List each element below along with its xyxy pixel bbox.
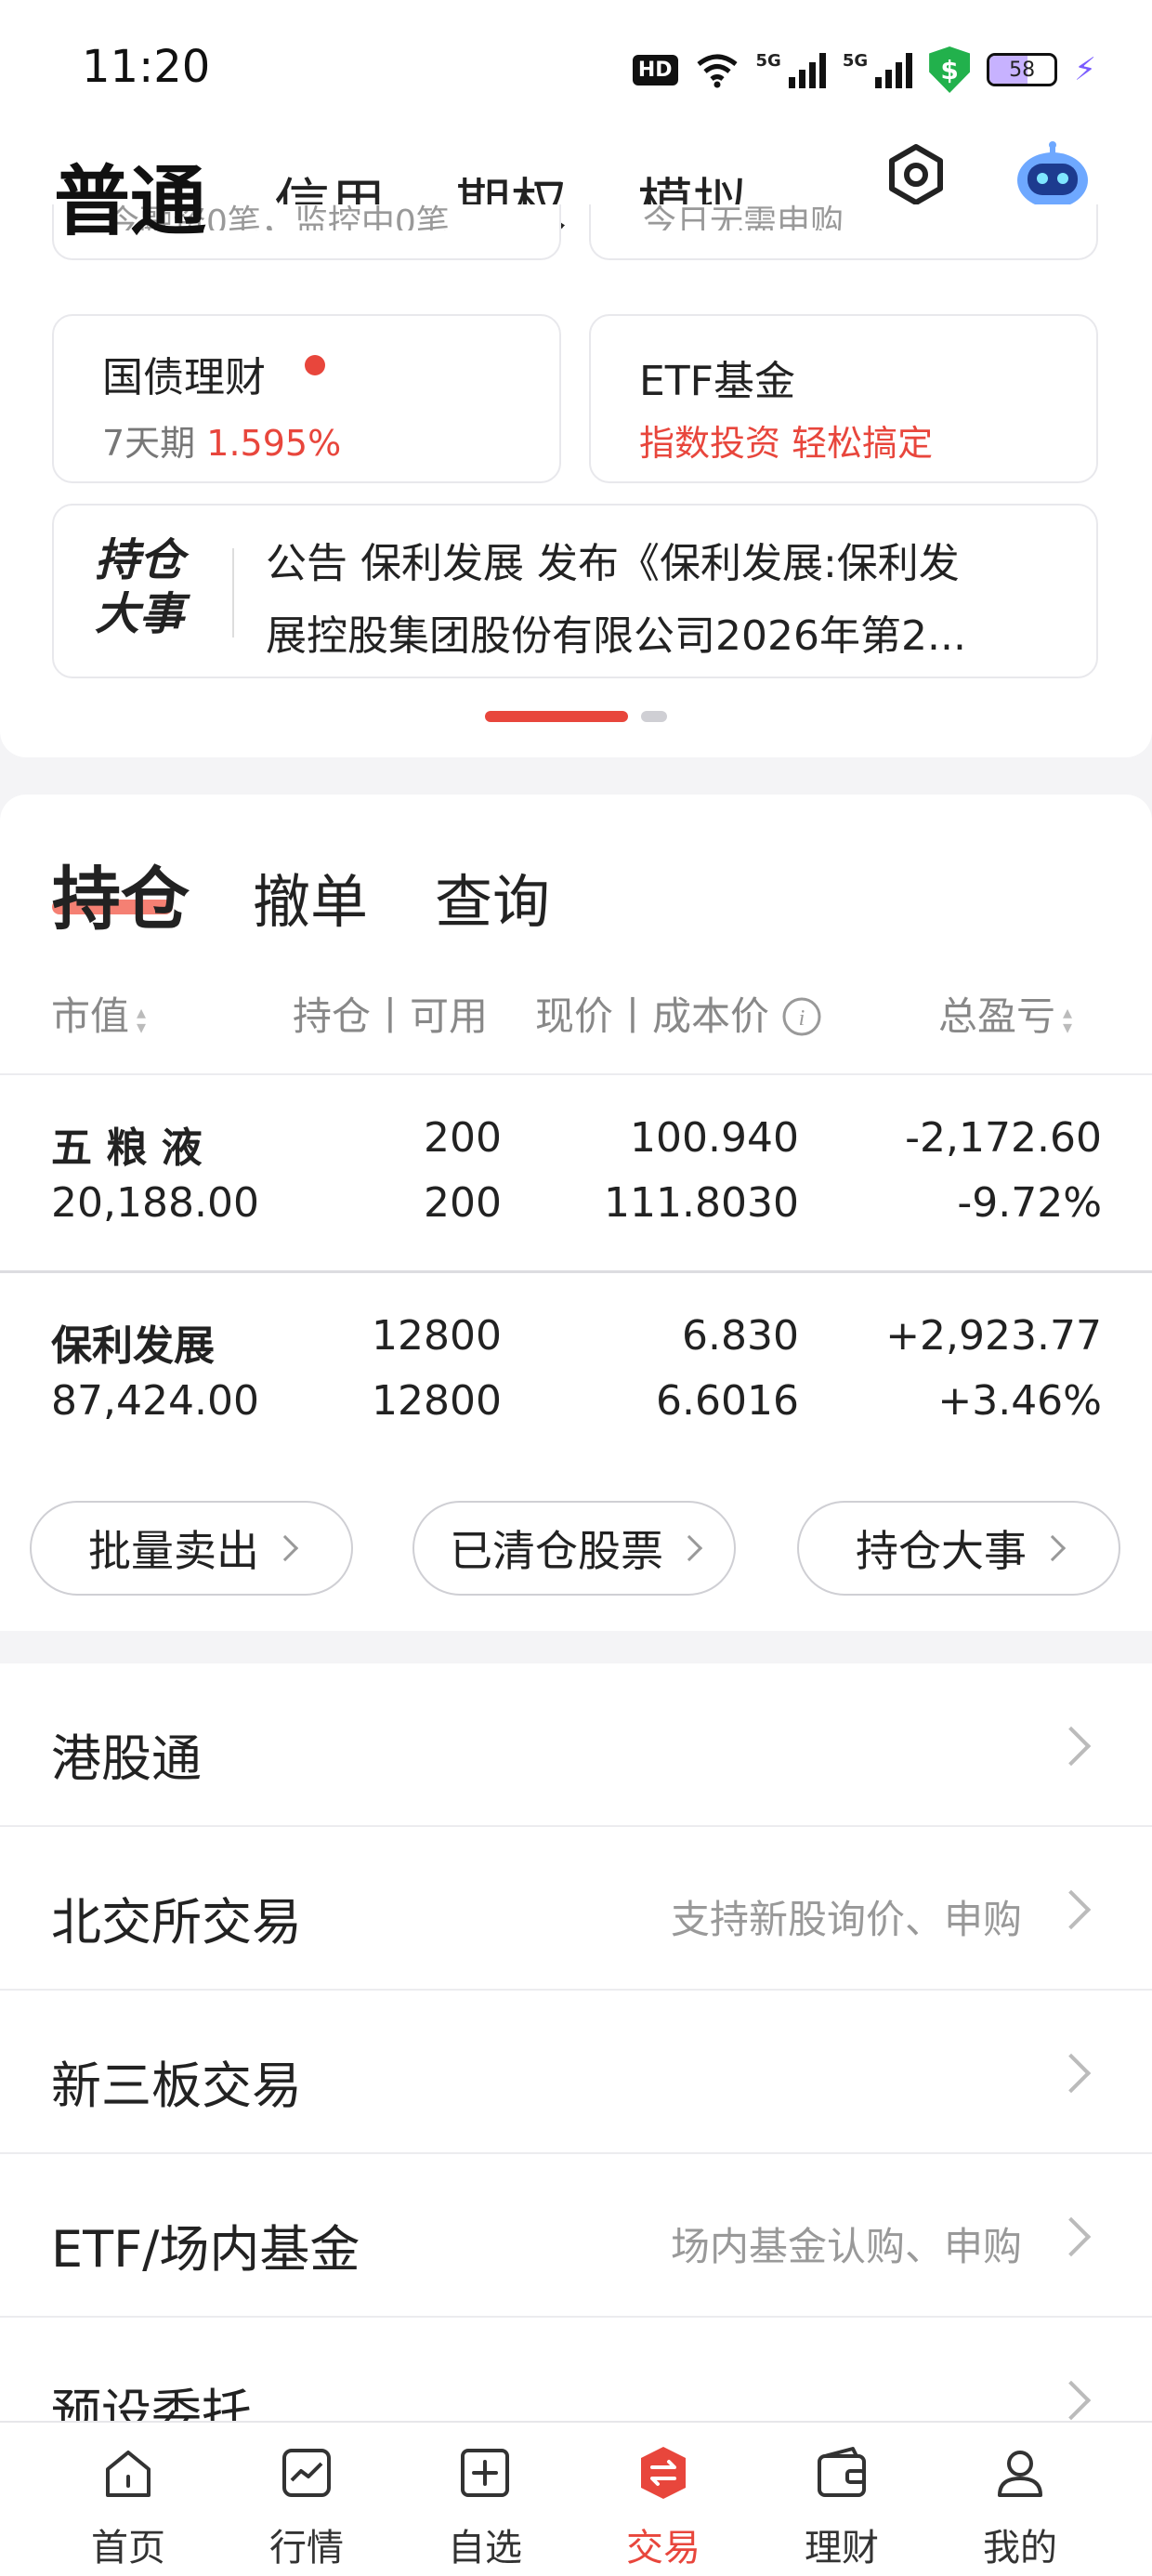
nav-profile[interactable]: 我的 bbox=[946, 2423, 1094, 2576]
treasury-period: 7天期 bbox=[102, 423, 196, 464]
quick-cards-panel: 今融资0笔，监控中0笔 今日无需申购 国债理财 7天期 1.595% ETF基金… bbox=[0, 204, 1152, 757]
chevron-right-icon bbox=[271, 1534, 299, 1562]
cost-price: 6.6016 bbox=[656, 1377, 799, 1425]
sort-icon: ▴ ▾ bbox=[137, 1000, 147, 1038]
treasury-title: 国债理财 bbox=[102, 354, 266, 401]
menu-hk-connect[interactable]: 港股通 bbox=[0, 1663, 1152, 1827]
wallet-icon bbox=[818, 2447, 866, 2497]
sort-icon: ▴ ▾ bbox=[1063, 1000, 1073, 1038]
treasury-rate-line: 7天期 1.595% bbox=[102, 414, 341, 466]
position-news-card[interactable]: 持仓 大事 公告 保利发展 发布《保利发展:保利发 展控股集团股份有限公司2026… bbox=[52, 504, 1098, 678]
chevron-right-icon bbox=[1051, 2380, 1092, 2421]
signal-5g-icon: 5G bbox=[843, 51, 913, 88]
menu-label: 新三板交易 bbox=[51, 2057, 302, 2115]
ipo-summary-card[interactable]: 今日无需申购 bbox=[589, 204, 1098, 260]
col-market-value[interactable]: 市值 ▴ ▾ bbox=[51, 985, 151, 1042]
stock-name: 保利发展 bbox=[51, 1322, 215, 1370]
menu-neeq-trading[interactable]: 新三板交易 bbox=[0, 1991, 1152, 2154]
etf-slogan: 指数投资 轻松搞定 bbox=[639, 423, 934, 464]
carousel-indicator bbox=[641, 711, 667, 722]
chevron-right-icon bbox=[1039, 1534, 1067, 1562]
treasury-rate: 1.595% bbox=[206, 423, 342, 464]
security-shield-icon: $ bbox=[929, 46, 971, 93]
position-qty: 200 bbox=[424, 1114, 502, 1162]
cost-price: 111.8030 bbox=[604, 1179, 799, 1227]
chevron-right-icon bbox=[1051, 1726, 1092, 1767]
position-news-badge: 持仓 大事 bbox=[95, 534, 185, 640]
menu-label: 预设委托 bbox=[51, 2384, 252, 2421]
position-events-button[interactable]: 持仓大事 bbox=[797, 1501, 1120, 1596]
batch-sell-button[interactable]: 批量卖出 bbox=[30, 1501, 353, 1596]
news-separator bbox=[232, 548, 234, 637]
market-chart-icon bbox=[282, 2449, 331, 2497]
stock-name: 五 粮 液 bbox=[51, 1124, 203, 1172]
position-news-text: 公告 保利发展 发布《保利发展:保利发 展控股集团股份有限公司2026年第2..… bbox=[266, 540, 966, 660]
carousel-indicator-active bbox=[485, 711, 628, 722]
hd-voice-icon: HD bbox=[632, 54, 678, 85]
total-pnl-pct: -9.72% bbox=[957, 1179, 1102, 1227]
nav-watchlist[interactable]: 自选 bbox=[411, 2423, 559, 2576]
holding-row-poly[interactable]: 保利发展 87,424.00 12800 12800 6.830 6.6016 … bbox=[0, 1273, 1152, 1459]
menu-bse-trading[interactable]: 北交所交易 支持新股询价、申购 bbox=[0, 1827, 1152, 1991]
notification-dot bbox=[305, 355, 325, 375]
menu-label: 北交所交易 bbox=[51, 1893, 302, 1952]
menu-label: ETF/场内基金 bbox=[51, 2220, 360, 2279]
total-pnl: -2,172.60 bbox=[905, 1114, 1102, 1162]
cleared-stocks-button[interactable]: 已清仓股票 bbox=[412, 1501, 736, 1596]
menu-label: 港股通 bbox=[51, 1729, 202, 1788]
ipo-summary-text: 今日无需申购 bbox=[643, 204, 844, 230]
nav-home[interactable]: 首页 bbox=[54, 2423, 203, 2576]
position-qty: 12800 bbox=[372, 1312, 502, 1360]
market-value: 87,424.00 bbox=[51, 1377, 259, 1425]
current-price: 100.940 bbox=[630, 1114, 799, 1162]
status-time: 11:20 bbox=[82, 41, 211, 93]
nav-market[interactable]: 行情 bbox=[232, 2423, 381, 2576]
tab-query[interactable]: 查询 bbox=[435, 855, 550, 939]
market-value: 20,188.00 bbox=[51, 1179, 259, 1227]
available-qty: 200 bbox=[424, 1179, 502, 1227]
total-pnl: +2,923.77 bbox=[885, 1312, 1102, 1360]
total-pnl-pct: +3.46% bbox=[937, 1377, 1102, 1425]
nav-wealth[interactable]: 理财 bbox=[767, 2423, 916, 2576]
trade-icon bbox=[641, 2447, 686, 2499]
charging-icon: ⚡ bbox=[1074, 51, 1096, 88]
treasury-card[interactable]: 国债理财 7天期 1.595% bbox=[52, 314, 561, 483]
info-icon[interactable]: i bbox=[781, 996, 822, 1037]
profile-icon bbox=[998, 2451, 1042, 2497]
chevron-right-icon bbox=[1051, 2216, 1092, 2257]
chevron-right-icon bbox=[675, 1534, 703, 1562]
tab-holdings[interactable]: 持仓 bbox=[52, 844, 190, 943]
col-position: 持仓丨可用 bbox=[293, 993, 489, 1039]
current-price: 6.830 bbox=[682, 1312, 799, 1360]
bottom-navigation: 首页 行情 自选 交易 理财 我的 bbox=[0, 2421, 1152, 2576]
col-price: 现价丨成本价 i bbox=[535, 985, 822, 1042]
signal-5g-icon: 5G bbox=[756, 51, 826, 88]
nav-trade[interactable]: 交易 bbox=[589, 2423, 738, 2576]
home-icon bbox=[106, 2451, 151, 2497]
holding-row-wuliangye[interactable]: 五 粮 液 20,188.00 200 200 100.940 111.8030… bbox=[0, 1075, 1152, 1270]
tab-cancel-orders[interactable]: 撤单 bbox=[253, 855, 368, 939]
add-watchlist-icon bbox=[461, 2449, 509, 2497]
col-total-pnl[interactable]: 总盈亏 ▴ ▾ bbox=[938, 985, 1078, 1042]
etf-card[interactable]: ETF基金 指数投资 轻松搞定 bbox=[589, 314, 1098, 483]
menu-preset-orders[interactable]: 预设委托 bbox=[0, 2318, 1152, 2421]
etf-title: ETF基金 bbox=[639, 358, 795, 405]
chevron-right-icon bbox=[1051, 2053, 1092, 2094]
menu-hint: 支持新股询价、申购 bbox=[670, 1897, 1022, 1942]
tab-normal[interactable]: 普通 bbox=[54, 139, 206, 250]
battery-icon: 58 bbox=[987, 53, 1058, 86]
available-qty: 12800 bbox=[372, 1377, 502, 1425]
status-icons: HD 5G 5G $ 58 ⚡ bbox=[632, 46, 1096, 93]
svg-text:i: i bbox=[799, 1006, 805, 1031]
chevron-right-icon bbox=[1051, 1889, 1092, 1930]
wifi-icon bbox=[696, 54, 738, 88]
menu-etf-funds[interactable]: ETF/场内基金 场内基金认购、申购 bbox=[0, 2154, 1152, 2318]
menu-hint: 场内基金认购、申购 bbox=[670, 2224, 1022, 2269]
